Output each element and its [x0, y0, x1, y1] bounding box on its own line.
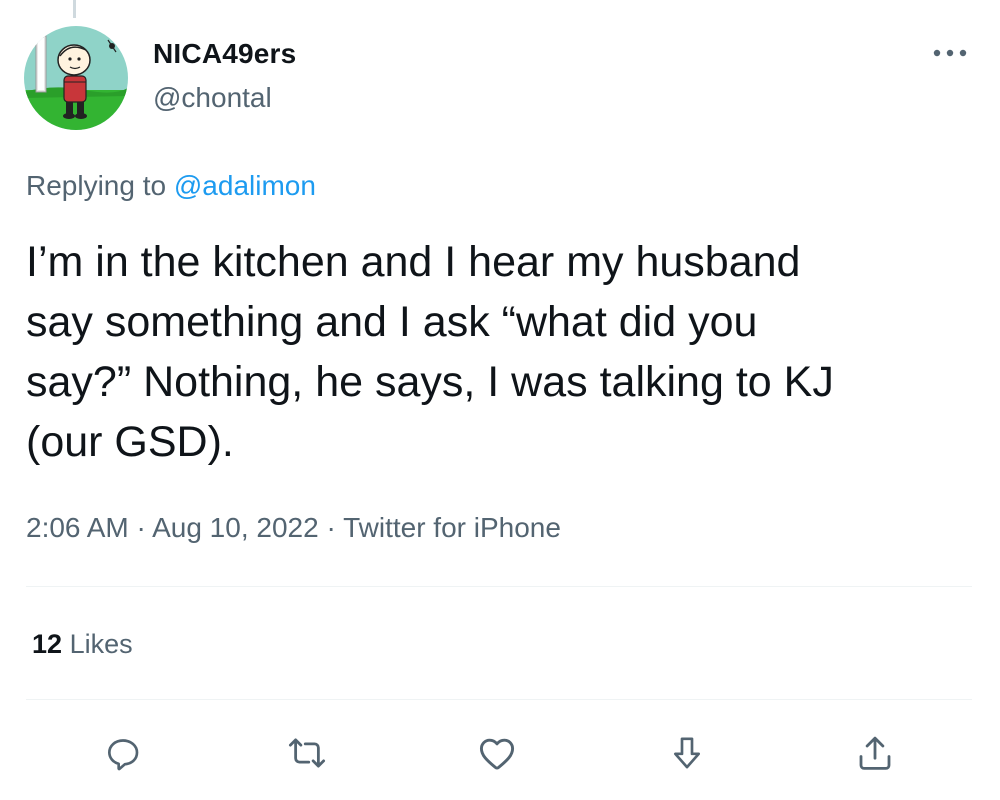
likes-count: 12 [32, 629, 63, 659]
heart-icon [479, 738, 515, 770]
tweet-meta: 2:06 AM · Aug 10, 2022 · Twitter for iPh… [26, 512, 561, 544]
meta-separator: · [318, 512, 344, 543]
replying-to: Replying to @adalimon [26, 170, 316, 202]
reply-icon [108, 739, 139, 771]
likes-label: Likes [69, 629, 133, 659]
avatar-image [24, 26, 128, 130]
avatar[interactable] [24, 26, 128, 130]
like-button[interactable] [474, 730, 520, 776]
tweet-time[interactable]: 2:06 AM [26, 512, 129, 543]
tweet-source[interactable]: Twitter for iPhone [343, 512, 561, 543]
user-handle[interactable]: @chontal [153, 82, 272, 114]
reply-mention-link[interactable]: @adalimon [174, 170, 316, 201]
more-dots-icon [933, 49, 967, 57]
tweet-text: I’m in the kitchen and I hear my husband… [26, 238, 834, 466]
display-name[interactable]: NICA49ers [153, 38, 296, 70]
retweet-icon [288, 738, 326, 768]
likes-stat[interactable]: 12 Likes [32, 629, 133, 660]
divider [26, 586, 972, 587]
replying-to-label: Replying to [26, 170, 174, 201]
bookmark-icon [674, 737, 700, 769]
more-options-button[interactable] [928, 36, 972, 70]
meta-separator: · [128, 512, 153, 543]
thread-connector-line [73, 0, 76, 18]
reply-button[interactable] [100, 730, 146, 776]
retweet-button[interactable] [284, 730, 330, 776]
bookmark-button[interactable] [664, 730, 710, 776]
share-icon [859, 736, 891, 770]
share-button[interactable] [852, 730, 898, 776]
divider [26, 699, 972, 700]
tweet-date[interactable]: Aug 10, 2022 [152, 512, 319, 543]
